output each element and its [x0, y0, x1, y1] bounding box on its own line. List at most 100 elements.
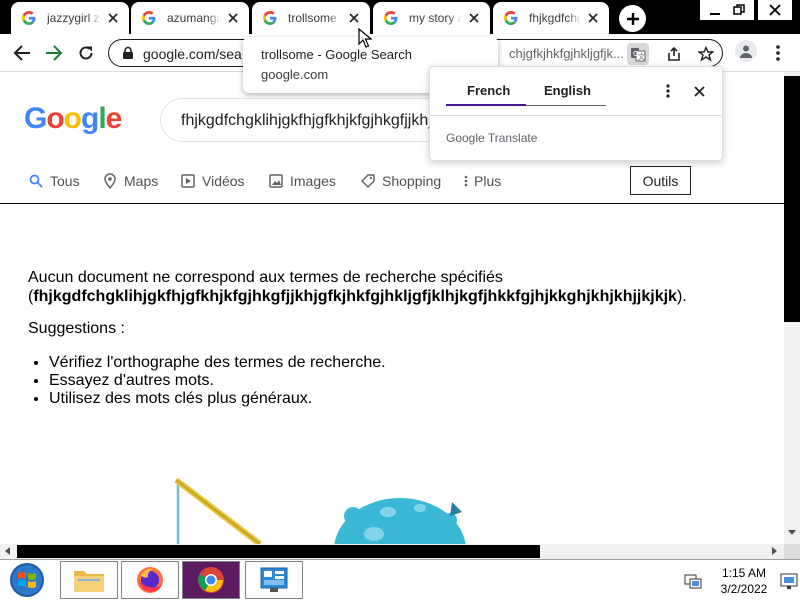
tab-videos[interactable]: Vidéos [180, 167, 245, 195]
scrollbar-corner [784, 544, 800, 559]
google-translate-brand: Google Translate [446, 131, 538, 145]
tab-trollsome[interactable]: trollsome [252, 2, 370, 34]
no-results-message: Aucun document ne correspond aux termes … [28, 268, 768, 306]
close-icon[interactable] [225, 10, 241, 26]
translate-close-button[interactable] [692, 83, 706, 99]
suggestions-title: Suggestions : [28, 320, 125, 337]
google-icon [141, 10, 157, 26]
tools-button[interactable]: Outils [630, 166, 691, 195]
control-panel-icon [260, 567, 288, 592]
search-icon [28, 173, 44, 189]
tab-maps[interactable]: Maps [102, 167, 158, 195]
tab-shopping[interactable]: Shopping [360, 167, 441, 195]
no-results-illustration [174, 477, 466, 544]
tab-english[interactable]: English [544, 83, 591, 98]
close-icon[interactable] [466, 10, 482, 26]
chevron-down-icon[interactable] [788, 528, 796, 536]
share-button[interactable] [663, 43, 685, 65]
google-icon [383, 10, 399, 26]
windows-logo-icon [10, 563, 44, 597]
tab-plus[interactable]: Plus [462, 167, 501, 195]
list-item: Essayez d'autres mots. [49, 372, 386, 390]
more-vertical-icon [462, 173, 470, 189]
google-icon [503, 10, 519, 26]
taskbar: 1:15 AM 3/2/2022 [0, 559, 800, 600]
inactive-tab-indicator [526, 105, 606, 106]
action-center-icon[interactable] [780, 572, 798, 590]
tab-french[interactable]: French [467, 83, 510, 98]
share-icon [668, 46, 680, 61]
horizontal-scrollbar[interactable] [0, 544, 784, 559]
horizontal-scroll-thumb[interactable] [17, 545, 540, 558]
hover-card-url: google.com [261, 67, 329, 82]
arrow-left-icon [13, 45, 30, 61]
taskbar-control-panel[interactable] [245, 561, 303, 599]
google-icon [262, 10, 278, 26]
vertical-scroll-thumb[interactable] [784, 76, 800, 322]
restore-button[interactable] [724, 0, 754, 20]
screen: jazzygirl ze azumanga trollsome my story… [0, 0, 800, 600]
google-logo[interactable]: Google [24, 102, 122, 136]
forward-button[interactable] [42, 41, 66, 65]
query-bold: fhjkgdfchgklihjgkfhjgfkhjkfgjhkgfjjkhjgf… [33, 288, 677, 305]
tab-title: jazzygirl ze [47, 11, 101, 25]
vertical-scrollbar[interactable] [784, 72, 800, 544]
tab-fhjkgdfchg[interactable]: fhjkgdfchg [493, 2, 609, 34]
hover-card-title: trollsome - Google Search [261, 47, 413, 62]
more-vertical-icon [666, 84, 670, 98]
tab-tous[interactable]: Tous [28, 167, 80, 195]
menu-button[interactable] [766, 41, 790, 65]
tab-images[interactable]: Images [268, 167, 336, 195]
translate-icon: G文 [631, 48, 646, 62]
new-tab-button[interactable] [619, 5, 646, 32]
close-icon [769, 4, 781, 16]
avatar-icon [740, 45, 752, 58]
chevron-left-icon[interactable] [4, 547, 12, 555]
list-item: Vérifiez l'orthographe des termes de rec… [49, 354, 386, 372]
bookmark-button[interactable] [695, 43, 717, 65]
divider [0, 203, 784, 204]
close-icon[interactable] [585, 10, 601, 26]
svg-text:文: 文 [638, 52, 645, 61]
address-url-tail: chjgfkjhkfgjhkljgfjk... [509, 46, 624, 61]
start-button[interactable] [4, 561, 50, 599]
translate-options-button[interactable] [662, 83, 674, 99]
clock-date: 3/2/2022 [720, 582, 768, 596]
paren-close: ). [676, 288, 687, 305]
network-icon[interactable] [684, 572, 702, 590]
taskbar-file-explorer[interactable] [60, 561, 118, 599]
tab-title: trollsome [288, 11, 337, 25]
clock-time: 1:15 AM [721, 566, 767, 580]
arrow-right-icon [46, 45, 63, 61]
translate-popup: French English Google Translate [429, 66, 723, 161]
close-icon [693, 85, 705, 97]
reload-button[interactable] [74, 41, 98, 65]
tab-azumanga[interactable]: azumanga [131, 2, 249, 34]
close-icon[interactable] [105, 10, 121, 26]
suggestions-list: Vérifiez l'orthographe des termes de rec… [49, 354, 386, 408]
folder-icon [74, 571, 104, 592]
back-button[interactable] [10, 41, 34, 65]
no-results-text: Aucun document ne correspond aux termes … [28, 269, 503, 286]
chrome-icon [198, 567, 224, 593]
divider [430, 115, 722, 116]
profile-button[interactable] [735, 40, 757, 62]
tab-title: my story a [409, 11, 462, 25]
mouse-cursor-icon [358, 28, 372, 48]
taskbar-chrome[interactable] [182, 561, 240, 599]
translate-button[interactable]: G文 [627, 43, 649, 65]
close-icon[interactable] [346, 10, 362, 26]
tab-my-story[interactable]: my story a [373, 2, 490, 34]
minimize-icon [710, 13, 720, 15]
map-pin-icon [102, 173, 118, 189]
close-window-button[interactable] [758, 0, 792, 20]
tab-jazzygirl[interactable]: jazzygirl ze [11, 2, 129, 34]
chevron-right-icon[interactable] [770, 547, 778, 555]
tab-title: azumanga [167, 11, 221, 25]
more-vertical-icon [776, 45, 780, 61]
video-icon [180, 173, 196, 189]
taskbar-firefox[interactable] [121, 561, 179, 599]
system-clock[interactable]: 1:15 AM 3/2/2022 [712, 565, 776, 597]
tab-shopping-label: Shopping [382, 173, 442, 189]
tab-maps-label: Maps [124, 173, 159, 189]
